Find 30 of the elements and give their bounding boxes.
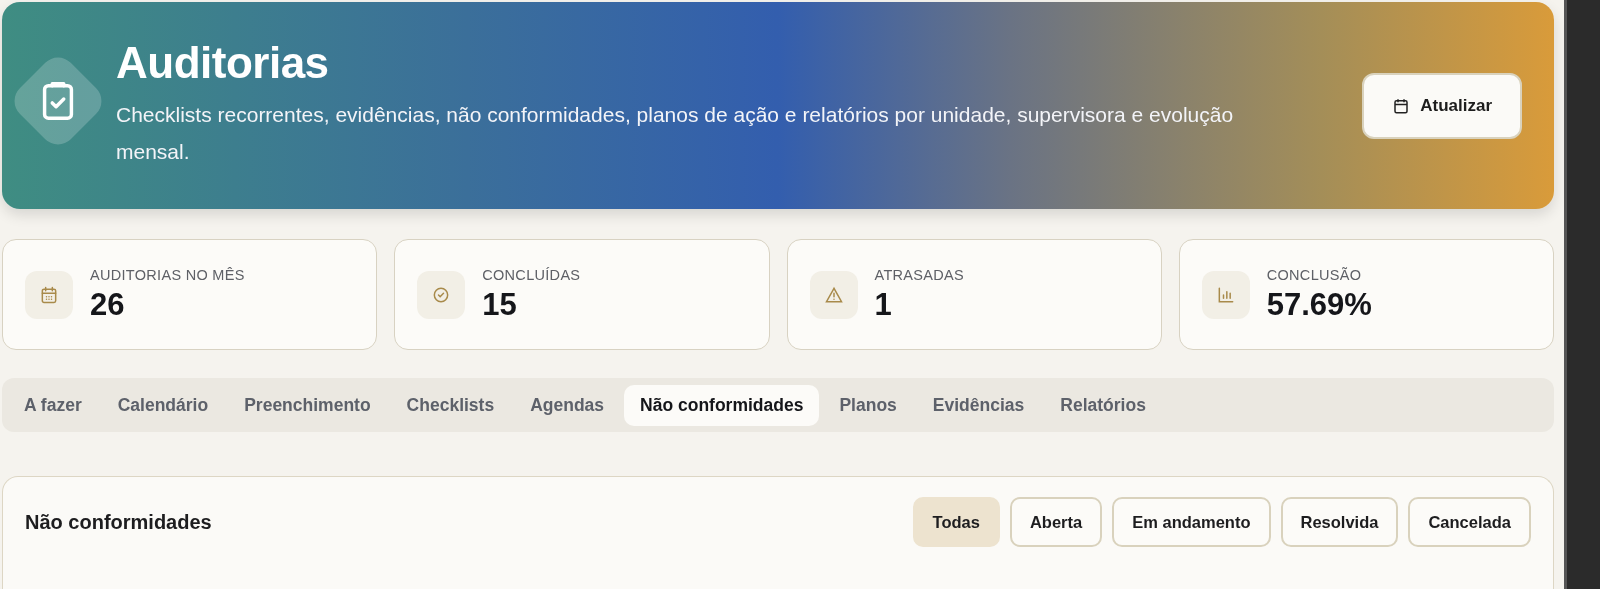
warning-icon (809, 270, 858, 319)
tab[interactable]: Evidências (916, 384, 1041, 426)
page-subtitle: Checklists recorrentes, evidências, não conformidades, planos de ação e relatórios por unidade, supervisora e evolução mensal. (116, 101, 1235, 165)
stat-label: CONCLUÍDAS (482, 266, 581, 283)
filter-button[interactable]: Todas (912, 497, 1000, 547)
stat-value: 1 (874, 286, 893, 323)
tab[interactable]: A fazer (8, 384, 98, 426)
calendar-icon (1392, 96, 1411, 115)
tab[interactable]: Agendas (514, 384, 621, 426)
stat-value: 15 (482, 286, 518, 323)
tab[interactable]: Calendário (101, 384, 225, 426)
tab[interactable]: Preenchimento (228, 384, 387, 426)
bar-chart-icon (1201, 270, 1250, 319)
stat-value: 57.69% (1266, 286, 1372, 323)
panel-title: Não conformidades (25, 510, 212, 534)
stat-label: CONCLUSÃO (1266, 266, 1363, 283)
stat-value: 26 (90, 286, 126, 323)
tab[interactable]: Relatórios (1044, 384, 1162, 426)
filter-button[interactable]: Em andamento (1112, 497, 1271, 547)
filter-button[interactable]: Aberta (1009, 497, 1103, 547)
stat-label: AUDITORIAS NO MÊS (90, 266, 245, 283)
calendar-icon (25, 270, 73, 319)
refresh-button[interactable]: Atualizar (1362, 72, 1522, 139)
tab[interactable]: Checklists (390, 384, 511, 426)
filter-button[interactable]: Cancelada (1408, 497, 1531, 547)
filter-button[interactable]: Resolvida (1280, 497, 1399, 547)
stat-label: ATRASADAS (874, 266, 964, 283)
tab[interactable]: Planos (823, 384, 913, 426)
tab[interactable]: Não conformidades (624, 384, 820, 426)
page-title: Auditorias (116, 37, 330, 88)
